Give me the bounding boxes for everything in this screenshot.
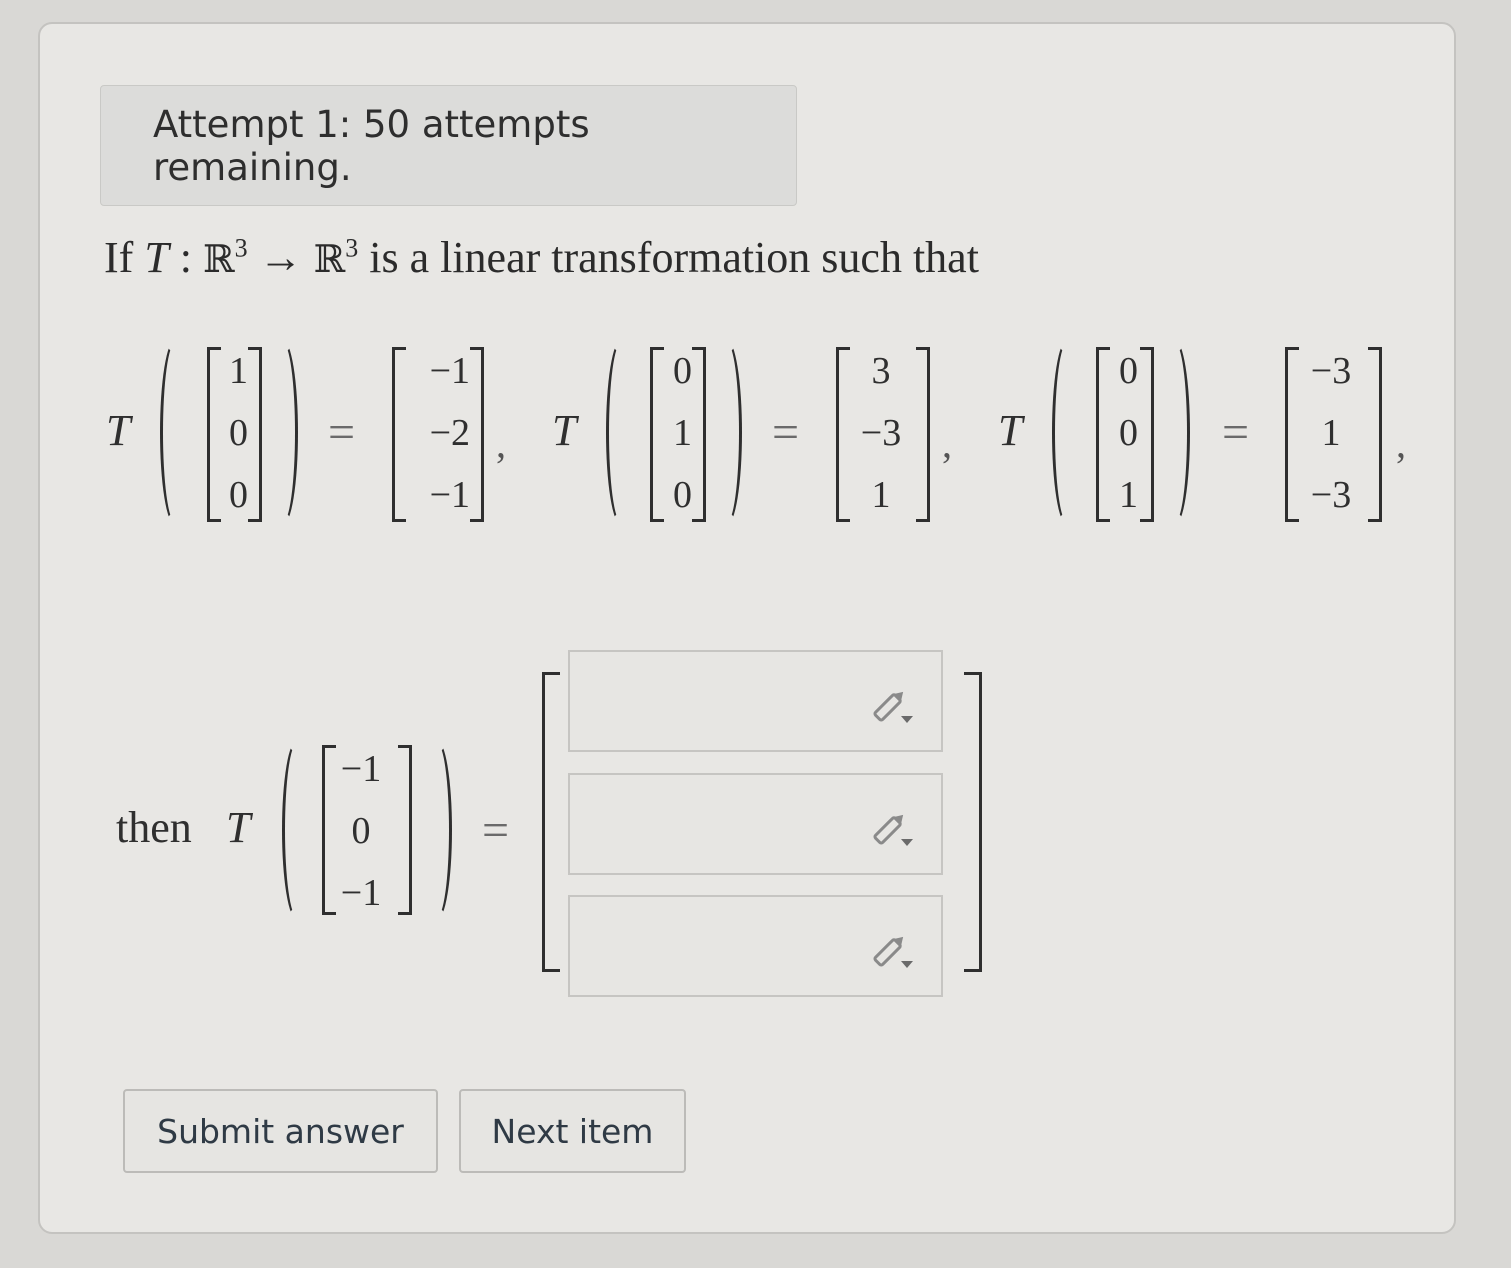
query-T: T bbox=[226, 803, 251, 852]
next-item-button[interactable]: Next item bbox=[459, 1089, 686, 1173]
mapping-3-output-0: −3 bbox=[1310, 350, 1352, 392]
mapping-3-T: T bbox=[998, 406, 1023, 455]
question-colon: : bbox=[179, 233, 193, 282]
mapping-1-output-2: −1 bbox=[429, 474, 470, 516]
mapping-2-output-0: 3 bbox=[871, 350, 891, 392]
mapping-1-input-vector: 1 0 0 bbox=[212, 340, 248, 526]
mapping-2-output-2: 1 bbox=[871, 474, 891, 516]
question-codomain-exp: 3 bbox=[345, 233, 359, 263]
pencil-dropdown-icon[interactable] bbox=[871, 809, 915, 849]
question-text: If T : ℝ3 → ℝ3 is a linear transformatio… bbox=[104, 232, 979, 283]
mapping-2-input-right-bracket bbox=[692, 347, 706, 522]
mapping-2-input-1: 1 bbox=[673, 412, 692, 454]
mapping-2-input-vector: 0 1 0 bbox=[656, 340, 692, 526]
mapping-2-right-paren bbox=[712, 340, 742, 525]
next-item-label: Next item bbox=[491, 1111, 654, 1151]
mapping-2-comma: , bbox=[942, 421, 952, 466]
mapping-3-output-vector: −3 1 −3 bbox=[1296, 340, 1366, 526]
mapping-3-output-1: 1 bbox=[1321, 412, 1341, 454]
answer-right-bracket bbox=[964, 672, 982, 972]
mapping-3-input-0: 0 bbox=[1119, 350, 1138, 392]
mapping-3-comma: , bbox=[1396, 421, 1406, 466]
mapping-3-right-paren bbox=[1160, 340, 1190, 525]
submit-answer-button[interactable]: Submit answer bbox=[123, 1089, 438, 1173]
query-input-1: 0 bbox=[351, 810, 371, 852]
mapping-2-left-paren bbox=[606, 340, 636, 525]
question-domain: ℝ bbox=[203, 237, 235, 281]
mapping-3-output-right-bracket bbox=[1368, 347, 1382, 522]
answer-left-bracket bbox=[542, 672, 560, 972]
mapping-2-output-right-bracket bbox=[916, 347, 930, 522]
question-codomain: ℝ bbox=[313, 237, 346, 281]
mapping-1-equals: = bbox=[328, 406, 356, 459]
query-right-paren bbox=[422, 740, 452, 920]
mapping-1-output-0: −1 bbox=[429, 350, 470, 392]
mapping-3-left-paren bbox=[1052, 340, 1082, 525]
mapping-2-input-0: 0 bbox=[673, 350, 692, 392]
mapping-3-output-2: −3 bbox=[1310, 474, 1352, 516]
mapping-2-input-2: 0 bbox=[673, 474, 692, 516]
question-rest: is a linear transformation such that bbox=[369, 233, 979, 282]
query-equals: = bbox=[482, 804, 510, 857]
mapping-1-output-1: −2 bbox=[429, 412, 470, 454]
mapping-1-comma: , bbox=[496, 421, 506, 466]
answer-field-3[interactable] bbox=[568, 895, 943, 997]
answer-field-2[interactable] bbox=[568, 773, 943, 875]
mapping-1-left-paren bbox=[160, 340, 190, 525]
query-left-paren bbox=[282, 740, 312, 920]
mapping-1-output-right-bracket bbox=[470, 347, 484, 522]
attempt-banner: Attempt 1: 50 attempts remaining. bbox=[100, 85, 797, 206]
mapping-1-input-2: 0 bbox=[229, 474, 248, 516]
mapping-2-output-1: −3 bbox=[860, 412, 902, 454]
question-arrow: → bbox=[258, 233, 303, 282]
question-if: If bbox=[104, 233, 134, 282]
mapping-3-input-2: 1 bbox=[1119, 474, 1138, 516]
attempt-banner-text: Attempt 1: 50 attempts remaining. bbox=[153, 102, 590, 189]
mapping-2-output-vector: 3 −3 1 bbox=[846, 340, 916, 526]
query-input-2: −1 bbox=[340, 872, 382, 914]
mapping-3-input-vector: 0 0 1 bbox=[1102, 340, 1138, 526]
mapping-2-T: T bbox=[552, 406, 577, 455]
mapping-1-input-1: 0 bbox=[229, 412, 248, 454]
question-T: T bbox=[144, 233, 169, 282]
answer-field-1[interactable] bbox=[568, 650, 943, 752]
mapping-1-output-vector: −1 −2 −1 bbox=[400, 340, 470, 526]
mapping-1-input-0: 1 bbox=[229, 350, 248, 392]
mapping-1-T: T bbox=[106, 406, 131, 455]
mapping-2-equals: = bbox=[772, 406, 800, 459]
mapping-3-input-right-bracket bbox=[1140, 347, 1154, 522]
query-then: then bbox=[116, 803, 192, 852]
mapping-3-equals: = bbox=[1222, 406, 1250, 459]
mapping-1-right-paren bbox=[268, 340, 298, 525]
mapping-1-input-right-bracket bbox=[248, 347, 262, 522]
pencil-dropdown-icon[interactable] bbox=[871, 931, 915, 971]
pencil-dropdown-icon[interactable] bbox=[871, 686, 915, 726]
mapping-3-input-1: 0 bbox=[1119, 412, 1138, 454]
query-input-vector: −1 0 −1 bbox=[326, 738, 396, 924]
submit-answer-label: Submit answer bbox=[157, 1111, 404, 1151]
query-input-0: −1 bbox=[340, 748, 382, 790]
question-domain-exp: 3 bbox=[234, 233, 248, 263]
query-input-right-bracket bbox=[398, 745, 412, 915]
